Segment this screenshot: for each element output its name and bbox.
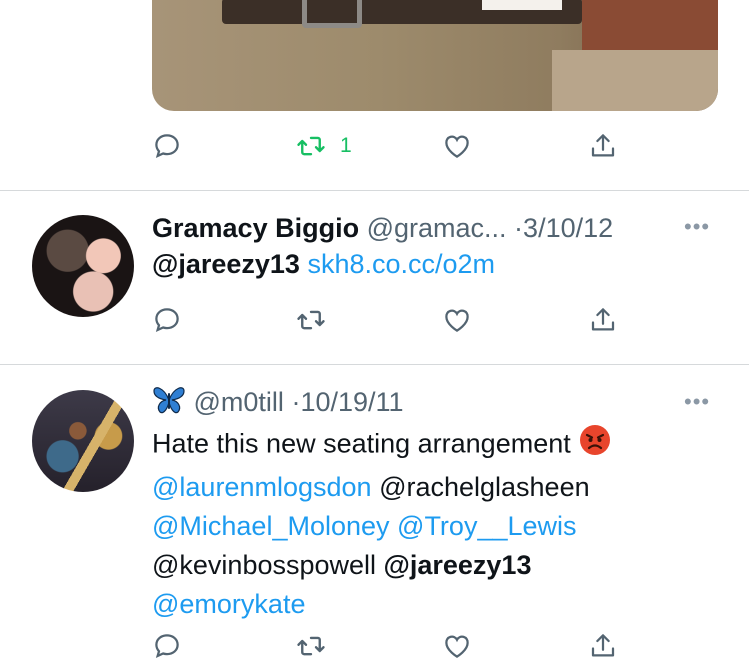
tweet-media-photo[interactable]	[152, 0, 718, 111]
tweet-text: @jareezy13 skh8.co.cc/o2m	[152, 245, 712, 284]
photo-detail	[482, 0, 562, 10]
avatar[interactable]	[32, 390, 134, 492]
retweet-button[interactable]	[296, 626, 326, 661]
url-link[interactable]: skh8.co.cc/o2m	[307, 249, 495, 279]
retweet-button[interactable]: 1	[296, 126, 352, 166]
mention-link[interactable]: @laurenmlogsdon	[152, 472, 372, 502]
mention-link[interactable]: @jareezy13	[152, 249, 300, 279]
tweet-text-line: Hate this new seating arrangement	[152, 428, 571, 459]
mention-link[interactable]: @emorykate	[152, 589, 305, 619]
photo-detail	[552, 50, 718, 111]
share-button[interactable]	[588, 300, 618, 340]
reply-button[interactable]	[152, 626, 182, 661]
tweet-actions	[152, 626, 632, 661]
like-button[interactable]	[442, 126, 472, 166]
reply-icon	[155, 634, 179, 659]
mention-link[interactable]: @Michael_Moloney	[152, 511, 390, 541]
retweet-button[interactable]	[296, 300, 326, 340]
separator-dot: ·	[514, 213, 524, 243]
mention-link[interactable]: @kevinbosspowell	[152, 550, 376, 580]
retweet-count: 1	[340, 134, 352, 157]
retweet-icon	[297, 636, 325, 656]
tweet-header: @m0till ·10/19/11	[152, 385, 712, 423]
share-button[interactable]	[588, 626, 618, 661]
like-button[interactable]	[442, 300, 472, 340]
retweet-icon	[297, 136, 325, 156]
photo-detail	[302, 0, 362, 28]
reply-button[interactable]	[152, 126, 182, 166]
butterfly-icon	[152, 385, 186, 423]
like-icon	[445, 309, 469, 332]
tweet: @m0till ·10/19/11 Hate this new seating …	[152, 385, 712, 624]
reply-button[interactable]	[152, 300, 182, 340]
share-icon	[591, 308, 615, 331]
user-handle[interactable]: @m0till	[194, 387, 284, 417]
share-icon	[591, 134, 615, 157]
more-icon[interactable]: •••	[684, 389, 710, 415]
more-icon[interactable]: •••	[684, 214, 710, 240]
tweet-date[interactable]: 10/19/11	[300, 387, 403, 417]
tweet-divider	[0, 364, 749, 365]
user-handle[interactable]: @gramac...	[367, 213, 507, 243]
avatar[interactable]	[32, 215, 134, 317]
mention-link[interactable]: @Troy__Lewis	[397, 511, 576, 541]
tweet-header: Gramacy Biggio @gramac... ·3/10/12	[152, 211, 712, 245]
retweet-icon	[297, 310, 325, 330]
share-icon	[591, 634, 615, 657]
angry-face-icon	[578, 423, 612, 468]
tweet-text: Hate this new seating arrangement @laure…	[152, 423, 712, 624]
like-button[interactable]	[442, 626, 472, 661]
mention-link[interactable]: @jareezy13	[384, 550, 532, 580]
reply-icon	[155, 134, 179, 159]
mention-link[interactable]: @rachelglasheen	[379, 472, 590, 502]
tweet: Gramacy Biggio @gramac... ·3/10/12 @jare…	[152, 211, 712, 284]
tweet-actions	[152, 300, 632, 340]
like-icon	[445, 635, 469, 658]
share-button[interactable]	[588, 126, 618, 166]
display-name[interactable]: Gramacy Biggio	[152, 213, 359, 243]
tweet-divider	[0, 190, 749, 191]
like-icon	[445, 135, 469, 158]
tweet-actions: 1	[152, 126, 632, 166]
tweet-date[interactable]: 3/10/12	[523, 213, 613, 243]
reply-icon	[155, 308, 179, 333]
